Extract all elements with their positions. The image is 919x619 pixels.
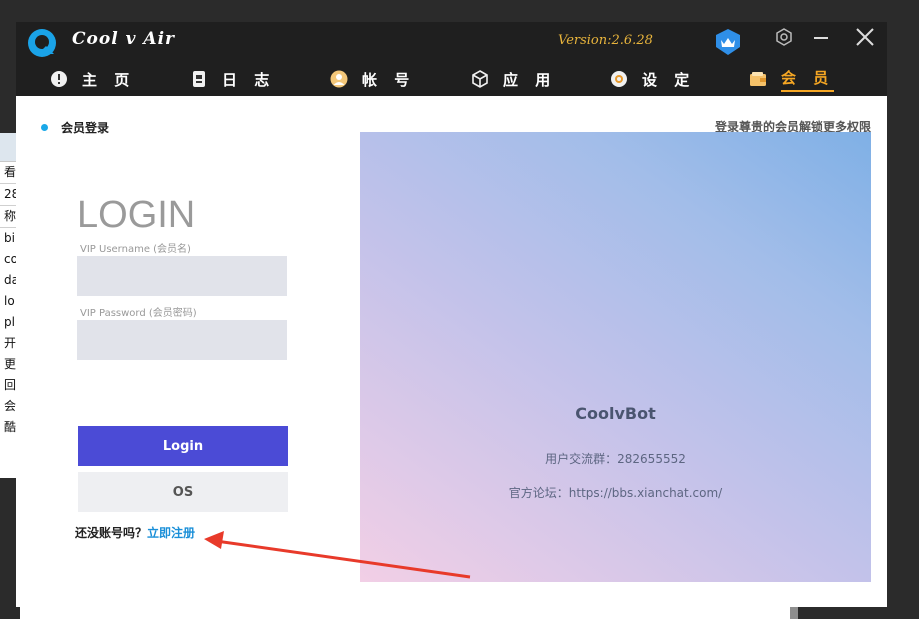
section-title: 会员登录 (61, 121, 110, 135)
register-link[interactable]: 立即注册 (147, 526, 195, 540)
nav-item-apps[interactable]: 应 用 (471, 66, 556, 92)
settings-hex-icon[interactable] (774, 27, 794, 47)
log-icon (193, 71, 205, 87)
annotation-arrow-icon (204, 531, 471, 579)
nav-item-home[interactable]: 主 页 (50, 66, 135, 92)
nav-item-account[interactable]: 帐 号 (330, 66, 415, 92)
register-row: 还没账号吗？立即注册 (75, 524, 195, 541)
nav-item-settings[interactable]: 设 定 (610, 66, 695, 92)
promo-group-text: 用户交流群：282655552 (545, 452, 686, 466)
login-heading: LOGIN (77, 194, 196, 236)
background-scroll-edge (790, 605, 798, 619)
version-label: Version:2.6.28 (558, 33, 653, 48)
nav-item-label: 设 定 (642, 70, 696, 89)
nav-item-log[interactable]: 日 志 (190, 66, 275, 92)
nav-item-label: 主 页 (82, 70, 136, 89)
nav-item-label: 日 志 (222, 70, 276, 89)
promo-title: CoolvBot (575, 404, 656, 423)
password-label: VIP Password (会员密码) (80, 308, 197, 319)
info-icon (51, 71, 67, 87)
title-bar[interactable]: Cool v Air Version:2.6.28 (16, 22, 887, 62)
register-prompt: 还没账号吗？ (75, 526, 148, 540)
nav-item-label: 帐 号 (362, 70, 416, 89)
username-input[interactable] (77, 256, 287, 296)
close-icon[interactable] (852, 24, 878, 50)
nav-item-label: 会 员 (781, 67, 835, 92)
wallet-icon (750, 72, 766, 86)
background-window-footer (20, 605, 790, 619)
nav-item-vip[interactable]: 会 员 (749, 66, 835, 92)
section-bullet-icon (41, 124, 48, 131)
account-icon (330, 70, 348, 88)
password-input[interactable] (77, 320, 287, 360)
vip-diamond-icon[interactable] (713, 27, 743, 57)
nav-item-label: 应 用 (503, 70, 557, 89)
minimize-icon[interactable] (808, 26, 834, 50)
nav-bar: 主 页 日 志 帐 号 应 用 设 定 会 员 (16, 62, 887, 96)
promo-forum-text: 官方论坛：https://bbs.xianchat.com/ (508, 486, 723, 500)
app-title: Cool v Air (72, 29, 175, 49)
app-logo-icon (28, 29, 56, 57)
settings-icon (611, 71, 627, 87)
cube-icon (472, 70, 488, 88)
login-button[interactable]: Login (78, 426, 288, 466)
username-label: VIP Username (会员名) (80, 244, 191, 255)
